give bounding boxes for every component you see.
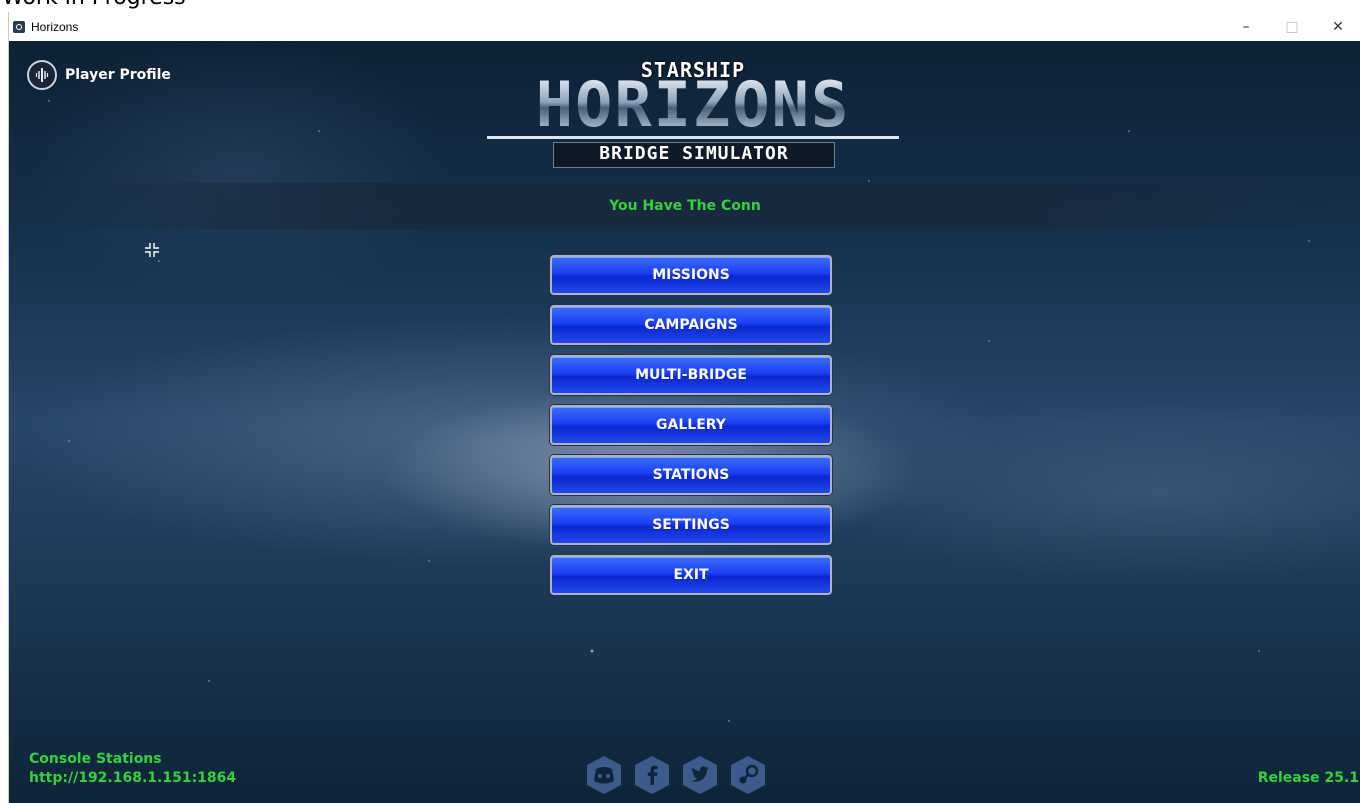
stations-button[interactable]: STATIONS bbox=[550, 455, 832, 495]
title-bar[interactable]: Horizons – □ ✕ bbox=[9, 12, 1360, 41]
exit-button[interactable]: EXIT bbox=[550, 555, 832, 595]
game-logo: STARSHIP HORIZONS BRIDGE SIMULATOR bbox=[483, 54, 903, 168]
app-window: Horizons – □ ✕ Player Profile STARSHIP H… bbox=[8, 12, 1360, 803]
logo-subtitle-text: BRIDGE SIMULATOR bbox=[553, 142, 835, 168]
multi-bridge-button[interactable]: MULTI-BRIDGE bbox=[550, 355, 832, 395]
release-version: Release 25.1 bbox=[1257, 770, 1359, 786]
gallery-button[interactable]: GALLERY bbox=[550, 405, 832, 445]
twitter-icon[interactable] bbox=[681, 755, 719, 795]
settings-button[interactable]: SETTINGS bbox=[550, 505, 832, 545]
logo-horizons-text: HORIZONS bbox=[483, 74, 903, 136]
console-stations-title: Console Stations bbox=[29, 751, 162, 767]
campaigns-button[interactable]: CAMPAIGNS bbox=[550, 305, 832, 345]
close-button[interactable]: ✕ bbox=[1315, 12, 1360, 41]
player-profile-button[interactable]: Player Profile bbox=[27, 60, 171, 90]
console-stations-url[interactable]: http://192.168.1.151:1864 bbox=[29, 769, 236, 788]
steam-icon[interactable] bbox=[729, 755, 767, 795]
work-in-progress-banner: Work in Progress bbox=[0, 0, 402, 10]
window-title: Horizons bbox=[31, 19, 79, 34]
player-emblem-icon bbox=[27, 60, 57, 90]
logo-underline bbox=[487, 136, 899, 139]
conn-status-text: You Have The Conn bbox=[609, 198, 761, 214]
maximize-button[interactable]: □ bbox=[1269, 12, 1315, 41]
cursor-crosshair-icon bbox=[143, 241, 161, 259]
game-canvas: Player Profile STARSHIP HORIZONS BRIDGE … bbox=[9, 41, 1360, 803]
main-menu: MISSIONS CAMPAIGNS MULTI-BRIDGE GALLERY … bbox=[550, 255, 832, 605]
minimize-button[interactable]: – bbox=[1223, 12, 1269, 41]
console-stations-info: Console Stations http://192.168.1.151:18… bbox=[29, 750, 236, 788]
missions-button[interactable]: MISSIONS bbox=[550, 255, 832, 295]
app-icon bbox=[13, 20, 25, 33]
status-banner: You Have The Conn bbox=[9, 183, 1360, 229]
window-controls: – □ ✕ bbox=[1223, 12, 1360, 41]
player-profile-label: Player Profile bbox=[65, 67, 171, 83]
facebook-icon[interactable] bbox=[633, 755, 671, 795]
social-links bbox=[585, 755, 767, 795]
discord-icon[interactable] bbox=[585, 755, 623, 795]
